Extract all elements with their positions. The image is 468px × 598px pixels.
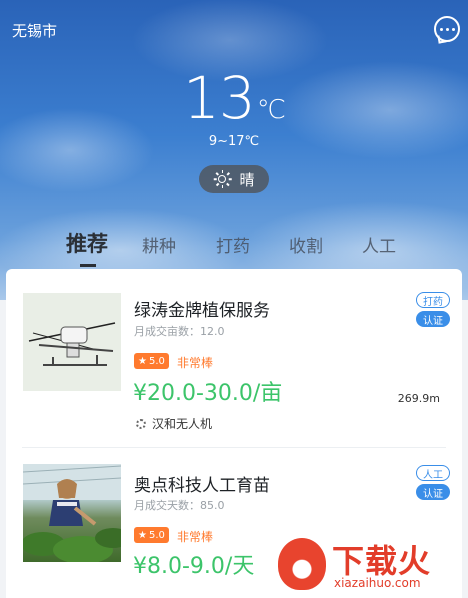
star-icon: ★ bbox=[138, 355, 147, 367]
service-title[interactable]: 绿涛金牌植保服务 bbox=[134, 296, 270, 321]
tab-harvest[interactable]: 收割 bbox=[289, 232, 323, 257]
weather-condition-label: 晴 bbox=[239, 170, 255, 189]
category-tabs: 推荐 耕种 打药 收割 人工 bbox=[0, 228, 468, 268]
temperature-range: 9~17℃ bbox=[208, 134, 260, 149]
company-name: 汉和无人机 bbox=[152, 417, 213, 431]
rating-badge: ★ 5.0 bbox=[134, 353, 169, 369]
temperature-value: 13 bbox=[182, 64, 256, 132]
service-price: ¥20.0-30.0/亩 bbox=[133, 381, 283, 406]
service-stat: 月成交天数：85.0 bbox=[134, 499, 225, 512]
chat-icon[interactable] bbox=[434, 16, 460, 42]
active-tab-indicator bbox=[80, 264, 96, 267]
verified-tag: 认证 bbox=[416, 484, 450, 500]
drone-image bbox=[23, 293, 121, 391]
star-icon: ★ bbox=[138, 529, 147, 541]
rating-value: 5.0 bbox=[148, 529, 165, 541]
category-tag: 打药 bbox=[416, 292, 450, 308]
flame-icon bbox=[278, 538, 326, 590]
watermark-url: xiazaihuo.com bbox=[334, 576, 421, 590]
tab-labor[interactable]: 人工 bbox=[362, 232, 396, 257]
service-card[interactable]: 绿涛金牌植保服务 月成交亩数：12.0 ★ 5.0 非常棒 ¥20.0-30.0/… bbox=[6, 269, 462, 448]
weather-condition-pill: 晴 bbox=[199, 165, 269, 193]
rating-label: 非常棒 bbox=[177, 356, 214, 370]
distance: 269.9m bbox=[397, 392, 440, 405]
rating-label: 非常棒 bbox=[177, 530, 214, 544]
temperature-display: 13℃ bbox=[0, 64, 468, 132]
rating-value: 5.0 bbox=[148, 355, 165, 367]
company-row: 汉和无人机 bbox=[136, 415, 212, 432]
gear-icon bbox=[136, 418, 146, 429]
card-divider bbox=[22, 447, 446, 448]
service-price: ¥8.0-9.0/天 bbox=[133, 554, 255, 579]
category-tag: 人工 bbox=[416, 465, 450, 481]
city-label[interactable]: 无锡市 bbox=[12, 20, 57, 41]
verified-tag: 认证 bbox=[416, 311, 450, 327]
watermark-logo: 下载火 xiazaihuo.com bbox=[276, 532, 466, 598]
nursery-image bbox=[23, 464, 121, 562]
tab-farming[interactable]: 耕种 bbox=[142, 232, 176, 257]
service-title[interactable]: 奥点科技人工育苗 bbox=[134, 471, 270, 496]
tab-recommend[interactable]: 推荐 bbox=[66, 228, 108, 258]
rating-badge: ★ 5.0 bbox=[134, 527, 169, 543]
temperature-unit: ℃ bbox=[256, 95, 286, 125]
tab-spraying[interactable]: 打药 bbox=[216, 232, 250, 257]
service-stat: 月成交亩数：12.0 bbox=[134, 325, 225, 338]
sun-icon bbox=[213, 170, 231, 188]
